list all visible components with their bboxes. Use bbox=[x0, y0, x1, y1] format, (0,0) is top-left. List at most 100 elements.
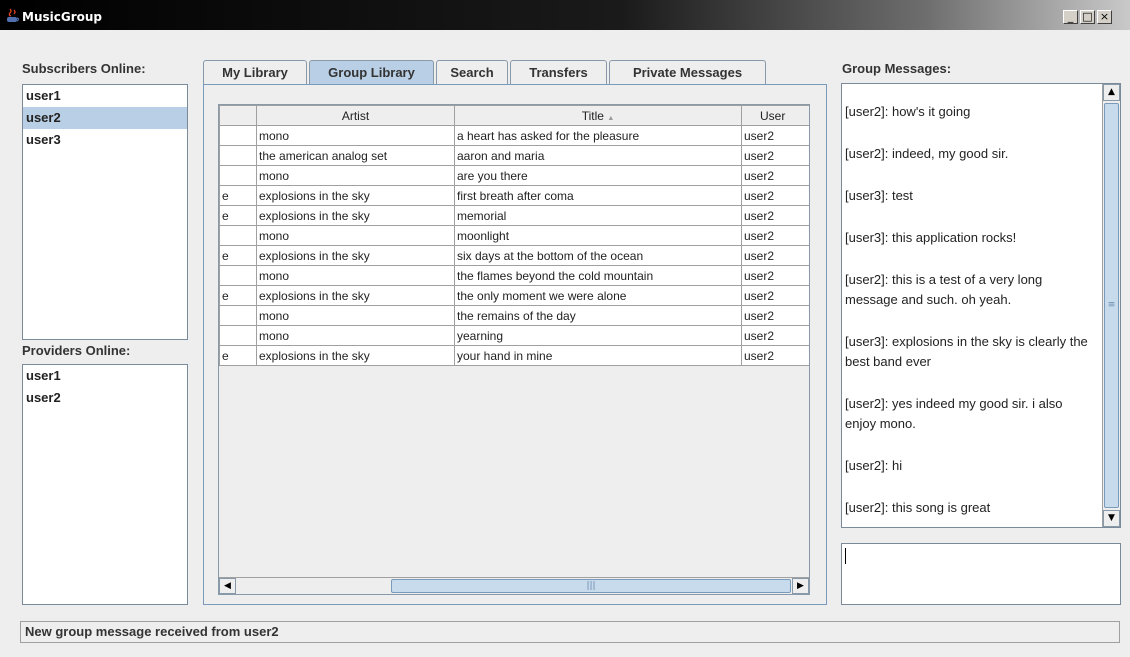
group-library-panel: Artist Title ▲ User mono a heart has aske… bbox=[203, 84, 827, 605]
tab-search[interactable]: Search bbox=[436, 60, 508, 85]
subscriber-item[interactable]: user3 bbox=[23, 129, 187, 151]
maximize-button[interactable]: □ bbox=[1080, 10, 1095, 24]
scroll-up-icon[interactable]: ▲ bbox=[1103, 84, 1120, 101]
table-row[interactable]: mono the remains of the day user2 bbox=[219, 305, 809, 326]
column-header-artist[interactable]: Artist bbox=[256, 105, 455, 126]
cell-artist: mono bbox=[256, 265, 455, 286]
message-item: [user3]: explosions in the sky is clearl… bbox=[845, 334, 1088, 369]
scroll-right-icon[interactable]: ▶ bbox=[792, 578, 809, 594]
cell-user: user2 bbox=[741, 285, 809, 306]
messages-content: [user2]: how's it going [user2]: indeed,… bbox=[842, 84, 1120, 518]
scroll-down-icon[interactable]: ▼ bbox=[1103, 510, 1120, 527]
java-coffee-icon bbox=[7, 8, 20, 22]
cell-artist: explosions in the sky bbox=[256, 205, 455, 226]
cell-artist: mono bbox=[256, 225, 455, 246]
column-header-flag[interactable] bbox=[219, 105, 257, 126]
cell-title: a heart has asked for the pleasure bbox=[454, 125, 742, 146]
cell-title: the flames beyond the cold mountain bbox=[454, 265, 742, 286]
vertical-scroll-thumb[interactable]: ≡ bbox=[1104, 103, 1119, 508]
cell-artist: mono bbox=[256, 165, 455, 186]
message-item: [user2]: how's it going bbox=[845, 104, 971, 119]
table-row[interactable]: e explosions in the sky memorial user2 bbox=[219, 205, 809, 226]
subscriber-item[interactable]: user1 bbox=[23, 85, 187, 107]
message-item: [user2]: yes indeed my good sir. i also … bbox=[845, 396, 1063, 431]
column-header-title-label: Title bbox=[581, 108, 604, 123]
subscribers-label: Subscribers Online: bbox=[22, 61, 146, 76]
cell-flag: e bbox=[219, 245, 257, 266]
table-row[interactable]: the american analog set aaron and maria us… bbox=[219, 145, 809, 166]
cell-user: user2 bbox=[741, 345, 809, 366]
cell-artist: mono bbox=[256, 125, 455, 146]
cell-user: user2 bbox=[741, 225, 809, 246]
group-messages-label: Group Messages: bbox=[842, 61, 952, 76]
cell-artist: mono bbox=[256, 325, 455, 346]
table-horizontal-scrollbar[interactable]: ◀ ||| ▶ bbox=[219, 577, 809, 594]
cell-title: moonlight bbox=[454, 225, 742, 246]
library-table[interactable]: Artist Title ▲ User mono a heart has aske… bbox=[219, 105, 809, 366]
message-item: [user2]: indeed, my good sir. bbox=[845, 146, 1009, 161]
message-input[interactable] bbox=[841, 543, 1121, 605]
column-header-title[interactable]: Title ▲ bbox=[454, 105, 742, 126]
close-button[interactable]: × bbox=[1097, 10, 1112, 24]
cell-flag bbox=[219, 145, 257, 166]
cell-title: six days at the bottom of the ocean bbox=[454, 245, 742, 266]
table-row[interactable]: e explosions in the sky six days at the bo… bbox=[219, 245, 809, 266]
table-row[interactable]: mono yearning user2 bbox=[219, 325, 809, 346]
cell-flag bbox=[219, 265, 257, 286]
horizontal-scroll-thumb[interactable]: ||| bbox=[391, 579, 791, 593]
minimize-button[interactable]: _ bbox=[1063, 10, 1078, 24]
library-table-viewport[interactable]: Artist Title ▲ User mono a heart has aske… bbox=[218, 104, 810, 595]
cell-artist: explosions in the sky bbox=[256, 245, 455, 266]
message-item: [user2]: this is a test of a very long m… bbox=[845, 272, 1043, 307]
cell-artist: explosions in the sky bbox=[256, 185, 455, 206]
cell-flag: e bbox=[219, 285, 257, 306]
cell-user: user2 bbox=[741, 325, 809, 346]
group-messages-area[interactable]: [user2]: how's it going [user2]: indeed,… bbox=[841, 83, 1121, 528]
table-header-row: Artist Title ▲ User bbox=[219, 105, 809, 126]
cell-title: are you there bbox=[454, 165, 742, 186]
tab-my-library[interactable]: My Library bbox=[203, 60, 307, 85]
cell-flag bbox=[219, 165, 257, 186]
cell-user: user2 bbox=[741, 245, 809, 266]
cell-title: your hand in mine bbox=[454, 345, 742, 366]
cell-flag bbox=[219, 305, 257, 326]
table-row[interactable]: mono the flames beyond the cold mountain u… bbox=[219, 265, 809, 286]
status-bar: New group message received from user2 bbox=[20, 621, 1120, 643]
messages-vertical-scrollbar[interactable]: ▲ ≡ ▼ bbox=[1102, 84, 1120, 527]
provider-item[interactable]: user2 bbox=[23, 387, 187, 409]
message-item: [user2]: this song is great bbox=[845, 500, 991, 515]
tab-group-library[interactable]: Group Library bbox=[309, 60, 434, 87]
table-row[interactable]: e explosions in the sky the only moment we… bbox=[219, 285, 809, 306]
cell-flag: e bbox=[219, 205, 257, 226]
table-row[interactable]: mono moonlight user2 bbox=[219, 225, 809, 246]
text-caret bbox=[845, 548, 846, 564]
message-item: [user2]: hi bbox=[845, 458, 903, 473]
tab-transfers[interactable]: Transfers bbox=[510, 60, 607, 85]
window-title: MusicGroup bbox=[22, 10, 102, 24]
table-row[interactable]: mono are you there user2 bbox=[219, 165, 809, 186]
cell-artist: the american analog set bbox=[256, 145, 455, 166]
column-header-user[interactable]: User bbox=[741, 105, 809, 126]
cell-flag bbox=[219, 225, 257, 246]
cell-flag bbox=[219, 125, 257, 146]
message-item: [user3]: this application rocks! bbox=[845, 230, 1017, 245]
cell-title: memorial bbox=[454, 205, 742, 226]
cell-user: user2 bbox=[741, 205, 809, 226]
table-row[interactable]: mono a heart has asked for the pleasure us… bbox=[219, 125, 809, 146]
cell-flag: e bbox=[219, 345, 257, 366]
providers-label: Providers Online: bbox=[22, 343, 131, 358]
cell-flag: e bbox=[219, 185, 257, 206]
cell-user: user2 bbox=[741, 185, 809, 206]
providers-list[interactable]: user1 user2 bbox=[22, 364, 188, 605]
cell-title: the only moment we were alone bbox=[454, 285, 742, 306]
subscribers-list[interactable]: user1 user2 user3 bbox=[22, 84, 188, 340]
table-row[interactable]: e explosions in the sky first breath after… bbox=[219, 185, 809, 206]
window-titlebar[interactable]: MusicGroup _ □ × bbox=[0, 0, 1130, 30]
scroll-left-icon[interactable]: ◀ bbox=[219, 578, 236, 594]
provider-item[interactable]: user1 bbox=[23, 365, 187, 387]
subscriber-item[interactable]: user2 bbox=[23, 107, 187, 129]
table-row[interactable]: e explosions in the sky your hand in mine u… bbox=[219, 345, 809, 366]
tab-private-messages[interactable]: Private Messages bbox=[609, 60, 766, 85]
cell-artist: explosions in the sky bbox=[256, 345, 455, 366]
cell-user: user2 bbox=[741, 125, 809, 146]
